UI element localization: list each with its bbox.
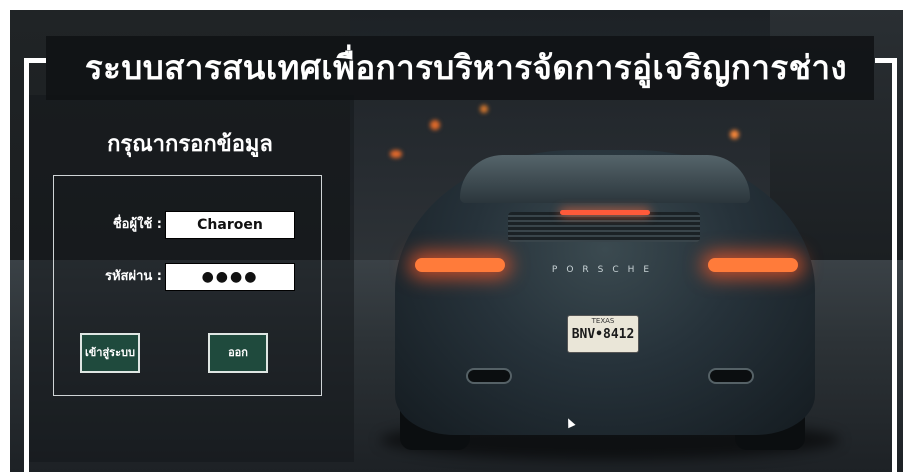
frame-line-right <box>892 58 897 472</box>
license-plate: TEXAS BNV•8412 <box>567 315 639 353</box>
exit-button[interactable]: ออก <box>208 333 268 373</box>
app-title: ระบบสารสนเทศเพื่อการบริหารจัดการอู่เจริญ… <box>84 48 848 87</box>
street-light <box>390 150 402 158</box>
car-rear-window <box>460 155 750 203</box>
login-button[interactable]: เข้าสู่ระบบ <box>80 333 140 373</box>
form-heading: กรุณากรอกข้อมูล <box>107 132 273 157</box>
car-taillight-right <box>708 258 798 272</box>
street-light <box>480 105 488 113</box>
password-label: รหัสผ่าน : <box>104 269 162 284</box>
car-engine-grille <box>508 212 700 242</box>
username-field[interactable]: Charoen <box>165 211 295 239</box>
plate-state: TEXAS <box>591 317 615 325</box>
car-brand-text: PORSCHE <box>551 265 659 275</box>
password-field[interactable]: ●●●● <box>165 263 295 291</box>
username-label: ชื่อผู้ใช้ : <box>112 217 162 232</box>
car-taillight-left <box>415 258 505 272</box>
street-light <box>430 120 440 130</box>
car-exhaust-left <box>466 368 512 384</box>
car-exhaust-right <box>708 368 754 384</box>
frame-line-left <box>24 58 29 472</box>
street-light <box>730 130 739 139</box>
car-brake-light <box>560 210 650 215</box>
plate-number: BNV•8412 <box>571 327 635 342</box>
